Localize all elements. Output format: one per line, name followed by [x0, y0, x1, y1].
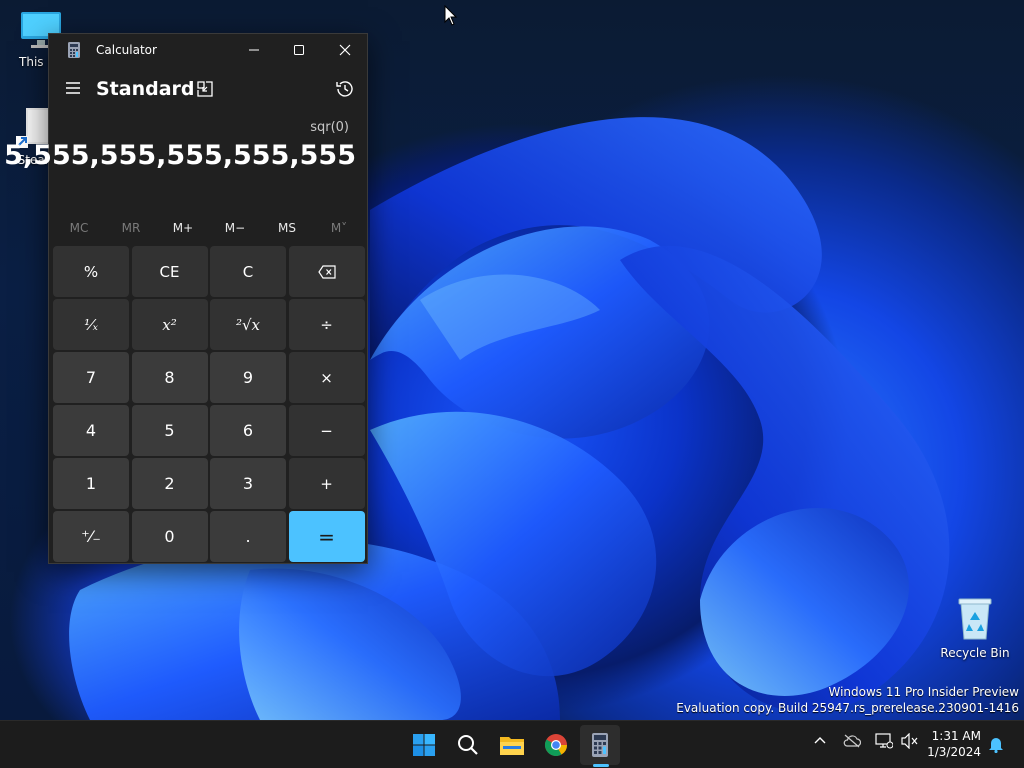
clear-entry-button[interactable]: CE — [131, 246, 208, 297]
taskbar-clock[interactable]: 1:31 AM 1/3/2024 — [927, 728, 981, 760]
equals-button[interactable]: = — [288, 511, 365, 562]
calculator-header: Standard — [49, 72, 367, 108]
start-button[interactable] — [404, 725, 444, 765]
result-display: 5,555,555,555,555,555 — [4, 140, 356, 171]
clock-date: 1/3/2024 — [927, 745, 981, 759]
title-bar[interactable]: Calculator — [49, 34, 367, 66]
onedrive-tray-button[interactable] — [843, 733, 862, 752]
active-app-indicator — [593, 764, 609, 767]
reciprocal-label: ¹⁄ₓ — [84, 315, 98, 334]
percent-button[interactable]: % — [53, 246, 129, 297]
taskbar: 1:31 AM 1/3/2024 — [0, 720, 1024, 768]
calculator-app-icon — [68, 42, 80, 58]
digit-7-button[interactable]: 7 — [53, 352, 129, 403]
search-button[interactable] — [448, 725, 488, 765]
expression-display: sqr(0) — [310, 120, 349, 135]
navigation-menu-button[interactable] — [61, 76, 85, 100]
keypad: % CE C ¹⁄ₓ x² ²√x ÷ 7 8 9 × 4 5 6 − 1 2 … — [53, 246, 365, 562]
network-icon — [875, 733, 894, 749]
memory-subtract-button[interactable]: M− — [209, 216, 261, 240]
digit-2-button[interactable]: 2 — [131, 458, 208, 509]
maximize-icon — [294, 45, 304, 55]
desktop-icon-recycle-bin[interactable]: Recycle Bin — [938, 597, 1012, 660]
chrome-icon — [545, 734, 567, 756]
calculator-mode-title: Standard — [96, 78, 195, 100]
network-tray-button[interactable] — [875, 733, 894, 753]
minimize-button[interactable] — [231, 34, 277, 66]
digit-6-button[interactable]: 6 — [210, 405, 286, 456]
show-hidden-icons-button[interactable] — [813, 733, 827, 752]
keep-on-top-icon — [197, 81, 213, 97]
memory-add-button[interactable]: M+ — [157, 216, 209, 240]
digit-0-button[interactable]: 0 — [131, 511, 208, 562]
divide-button[interactable]: ÷ — [288, 299, 365, 350]
negate-button[interactable]: ⁺⁄₋ — [53, 511, 129, 562]
digit-1-button[interactable]: 1 — [53, 458, 129, 509]
memory-recall-button[interactable]: MR — [105, 216, 157, 240]
backspace-button[interactable] — [288, 246, 365, 297]
digit-4-button[interactable]: 4 — [53, 405, 129, 456]
digit-9-button[interactable]: 9 — [210, 352, 286, 403]
keep-on-top-button[interactable] — [193, 77, 217, 105]
decimal-button[interactable]: . — [210, 511, 286, 562]
multiply-button[interactable]: × — [288, 352, 365, 403]
backspace-icon — [317, 264, 336, 279]
close-icon — [339, 44, 351, 56]
calculator-taskbar-button[interactable] — [580, 725, 620, 765]
digit-5-button[interactable]: 5 — [131, 405, 208, 456]
mouse-cursor-icon — [444, 5, 458, 26]
notifications-button[interactable] — [988, 735, 1004, 757]
calculator-window: Calculator Standard sqr(0) 5,555,555,555… — [4, 33, 368, 564]
reciprocal-button[interactable]: ¹⁄ₓ — [53, 299, 129, 350]
search-icon — [458, 735, 478, 755]
volume-tray-button[interactable] — [901, 732, 919, 753]
memory-clear-button[interactable]: MC — [53, 216, 105, 240]
plus-button[interactable]: + — [288, 458, 365, 509]
recycle-bin-icon — [958, 598, 992, 640]
memory-store-button[interactable]: MS — [261, 216, 313, 240]
minus-button[interactable]: − — [288, 405, 365, 456]
notification-bell-icon — [989, 738, 1003, 754]
hamburger-menu-icon — [66, 82, 80, 94]
windows-watermark: Windows 11 Pro Insider Preview Evaluatio… — [676, 684, 1019, 716]
square-root-label: ²√x — [235, 315, 261, 334]
minimize-icon — [249, 49, 259, 51]
close-button[interactable] — [322, 34, 368, 66]
file-explorer-icon — [500, 737, 524, 755]
window-title: Calculator — [96, 43, 157, 57]
digit-8-button[interactable]: 8 — [131, 352, 208, 403]
watermark-line-1: Windows 11 Pro Insider Preview — [828, 685, 1019, 699]
file-explorer-button[interactable] — [492, 725, 532, 765]
square-root-button[interactable]: ²√x — [210, 299, 286, 350]
square-label: x² — [162, 315, 177, 334]
start-icon — [413, 734, 435, 756]
history-button[interactable] — [333, 77, 357, 105]
volume-muted-icon — [901, 732, 918, 750]
chevron-up-icon — [814, 737, 826, 744]
history-icon — [336, 81, 353, 97]
square-button[interactable]: x² — [131, 299, 208, 350]
clock-time: 1:31 AM — [931, 729, 981, 743]
desktop-icon-label: Recycle Bin — [940, 646, 1010, 660]
memory-bar: MC MR M+ M− MS M˅ — [53, 216, 365, 240]
clear-button[interactable]: C — [210, 246, 286, 297]
digit-3-button[interactable]: 3 — [210, 458, 286, 509]
maximize-button[interactable] — [276, 34, 322, 66]
memory-list-button[interactable]: M˅ — [313, 216, 365, 240]
chrome-button[interactable] — [536, 725, 576, 765]
calculator-icon — [592, 733, 608, 757]
cloud-offline-icon — [843, 734, 862, 748]
watermark-line-2: Evaluation copy. Build 25947.rs_prerelea… — [676, 701, 1019, 715]
